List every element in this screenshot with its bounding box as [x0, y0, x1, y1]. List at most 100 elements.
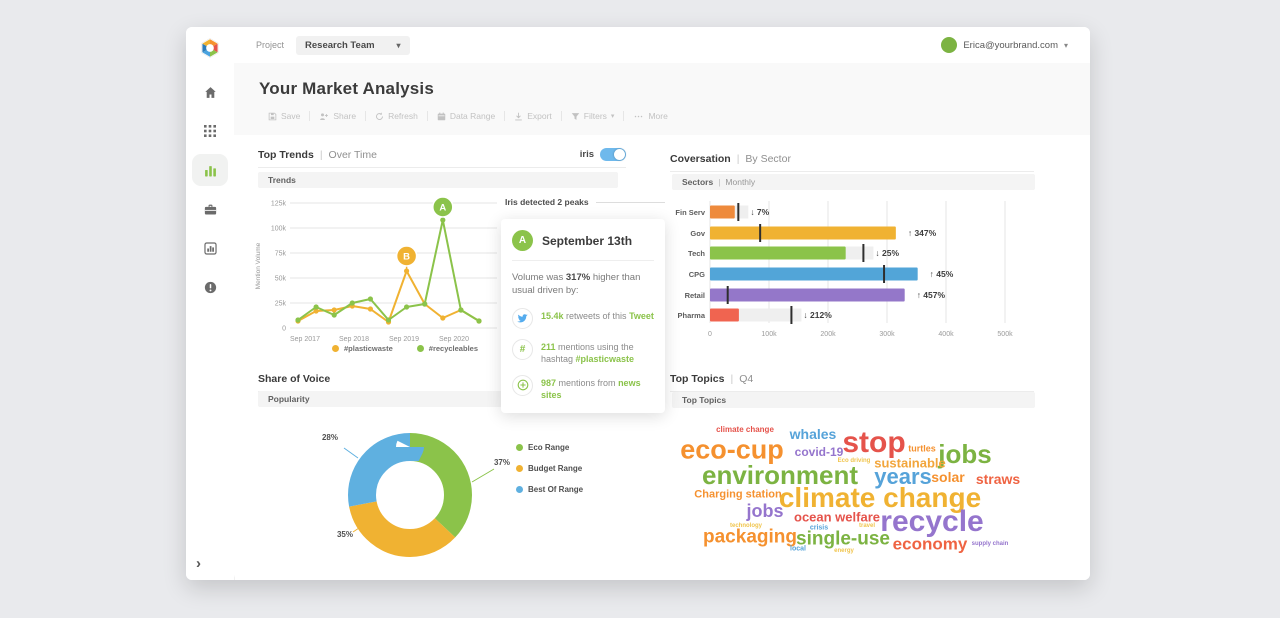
- cloud-word[interactable]: climate change: [716, 426, 774, 434]
- insight-card-items: 15.4k retweets of this Tweet# 211 mentio…: [512, 308, 654, 402]
- project-select[interactable]: Research Team ▾: [296, 36, 410, 55]
- cloud-word[interactable]: Charging station: [694, 490, 781, 501]
- share-button[interactable]: Share: [309, 111, 365, 121]
- iris-toggle[interactable]: [600, 148, 626, 161]
- svg-text:Sep 2017: Sep 2017: [290, 336, 320, 343]
- cloud-word[interactable]: whales: [790, 427, 837, 441]
- peak-a-badge: A: [512, 230, 533, 251]
- bar-fin-serv[interactable]: [710, 206, 735, 219]
- bar-retail[interactable]: [710, 289, 905, 302]
- content: Top Trends | Over Time iris Trends 025k5…: [234, 135, 1090, 580]
- legend-dot: [417, 345, 424, 352]
- page-title: Your Market Analysis: [259, 79, 434, 99]
- trends-section-header: Top Trends | Over Time iris: [258, 148, 626, 168]
- sidebar-item-apps[interactable]: [195, 118, 225, 144]
- cloud-word[interactable]: turtles: [908, 445, 936, 454]
- bar-cpg[interactable]: [710, 268, 918, 281]
- cloud-word[interactable]: jobs: [746, 502, 783, 520]
- insight-item: 15.4k retweets of this Tweet: [512, 308, 654, 329]
- legend-dot: [332, 345, 339, 352]
- more-button[interactable]: More: [623, 111, 676, 121]
- insight-link[interactable]: #plasticwaste: [576, 354, 635, 364]
- cloud-word[interactable]: stop: [842, 428, 905, 458]
- cloud-word[interactable]: packaging: [703, 528, 797, 547]
- donut-legend: Eco RangeBudget RangeBest Of Range: [516, 443, 583, 494]
- top-topics-subtitle: Q4: [739, 373, 753, 385]
- svg-text:50k: 50k: [275, 276, 287, 283]
- cloud-word[interactable]: covid-19: [795, 446, 844, 458]
- analytics-bars-icon: [204, 164, 217, 177]
- cloud-word[interactable]: supply chain: [972, 541, 1009, 547]
- sectors-bar-chart: 0100k200k300k400k500kFin Serv↓ 7%Gov↑ 34…: [665, 193, 1040, 343]
- svg-text:Gov: Gov: [690, 229, 705, 238]
- project-select-value: Research Team: [305, 40, 375, 51]
- svg-text:100k: 100k: [271, 226, 287, 233]
- sidebar-item-alerts[interactable]: [195, 274, 225, 300]
- top-topics-panel-bar: Top Topics: [672, 392, 1035, 408]
- sidebar: ›: [186, 27, 235, 580]
- cloud-word[interactable]: recycle: [880, 507, 983, 537]
- svg-text:35%: 35%: [337, 530, 353, 539]
- cloud-word[interactable]: economy: [893, 536, 968, 553]
- word-cloud: climate changewhalesstopturtleseco-cupco…: [670, 413, 1040, 568]
- data-range-button[interactable]: Data Range: [427, 111, 504, 121]
- insight-value: 987: [541, 378, 556, 388]
- sidebar-collapse-chevron-icon[interactable]: ›: [196, 555, 201, 572]
- top-topics-header: Top Topics | Q4: [670, 373, 1034, 392]
- svg-text:↑ 457%: ↑ 457%: [917, 290, 946, 300]
- cloud-word[interactable]: local: [790, 546, 806, 553]
- insight-card-title: September 13th: [542, 234, 632, 248]
- main-area: Project Research Team ▾ Erica@yourbrand.…: [234, 27, 1090, 580]
- hashtag-icon: #: [512, 339, 533, 360]
- save-button[interactable]: Save: [259, 111, 309, 121]
- user-email: Erica@yourbrand.com: [963, 40, 1058, 51]
- legend-dot: [516, 465, 523, 472]
- page-header: Your Market Analysis SaveShareRefreshDat…: [234, 63, 1090, 136]
- app-window: › Project Research Team ▾ Erica@yourbran…: [186, 27, 1090, 580]
- peak-badge-b[interactable]: B: [397, 246, 417, 266]
- news-icon: [512, 375, 533, 396]
- project-label: Project: [256, 40, 284, 50]
- cloud-word[interactable]: ocean welfare: [794, 511, 880, 524]
- share-icon: [319, 112, 329, 121]
- legend-item: #recycleables: [417, 344, 478, 353]
- svg-text:Sep 2020: Sep 2020: [439, 336, 469, 343]
- svg-text:0: 0: [708, 331, 712, 338]
- export-button[interactable]: Export: [504, 111, 561, 121]
- svg-text:100k: 100k: [761, 331, 777, 338]
- insight-value: 211: [541, 342, 556, 352]
- peak-badge-a[interactable]: A: [433, 197, 453, 217]
- refresh-button[interactable]: Refresh: [365, 111, 427, 121]
- cloud-word[interactable]: energy: [834, 548, 854, 554]
- insight-link[interactable]: news sites: [541, 378, 641, 400]
- svg-text:Sep 2019: Sep 2019: [389, 336, 419, 343]
- sidebar-item-projects[interactable]: [195, 196, 225, 222]
- sidebar-item-home[interactable]: [195, 79, 225, 105]
- data-range-icon: [437, 112, 446, 121]
- user-menu[interactable]: Erica@yourbrand.com ▾: [941, 37, 1068, 53]
- svg-text:Pharma: Pharma: [677, 311, 705, 320]
- insight-link[interactable]: Tweet: [629, 311, 654, 321]
- report-chart-icon: [204, 242, 217, 255]
- svg-text:B: B: [403, 252, 410, 263]
- legend-dot: [516, 486, 523, 493]
- sidebar-item-analytics[interactable]: [195, 157, 225, 183]
- cloud-word[interactable]: jobs: [938, 441, 991, 467]
- share-of-voice-donut-chart: 37%35%28%: [250, 407, 510, 577]
- topbar: Project Research Team ▾ Erica@yourbrand.…: [234, 27, 1090, 64]
- iris-toggle-label: iris: [580, 149, 594, 160]
- insight-item: 987 mentions from news sites: [512, 375, 654, 401]
- bar-tech[interactable]: [710, 247, 846, 260]
- chevron-down-icon: ▾: [611, 112, 615, 120]
- bar-pharma[interactable]: [710, 309, 739, 322]
- svg-text:500k: 500k: [997, 331, 1013, 338]
- alert-circle-icon: [204, 281, 217, 294]
- filters-button[interactable]: Filters▾: [561, 111, 624, 121]
- peaks-note: Iris detected 2 peaks: [505, 197, 665, 207]
- cloud-word[interactable]: single-use: [796, 530, 890, 549]
- svg-text:↓ 25%: ↓ 25%: [875, 248, 899, 258]
- share-of-voice-title: Share of Voice: [258, 373, 330, 385]
- cloud-word[interactable]: straws: [976, 472, 1020, 486]
- bar-gov[interactable]: [710, 227, 896, 240]
- sidebar-item-reports[interactable]: [195, 235, 225, 261]
